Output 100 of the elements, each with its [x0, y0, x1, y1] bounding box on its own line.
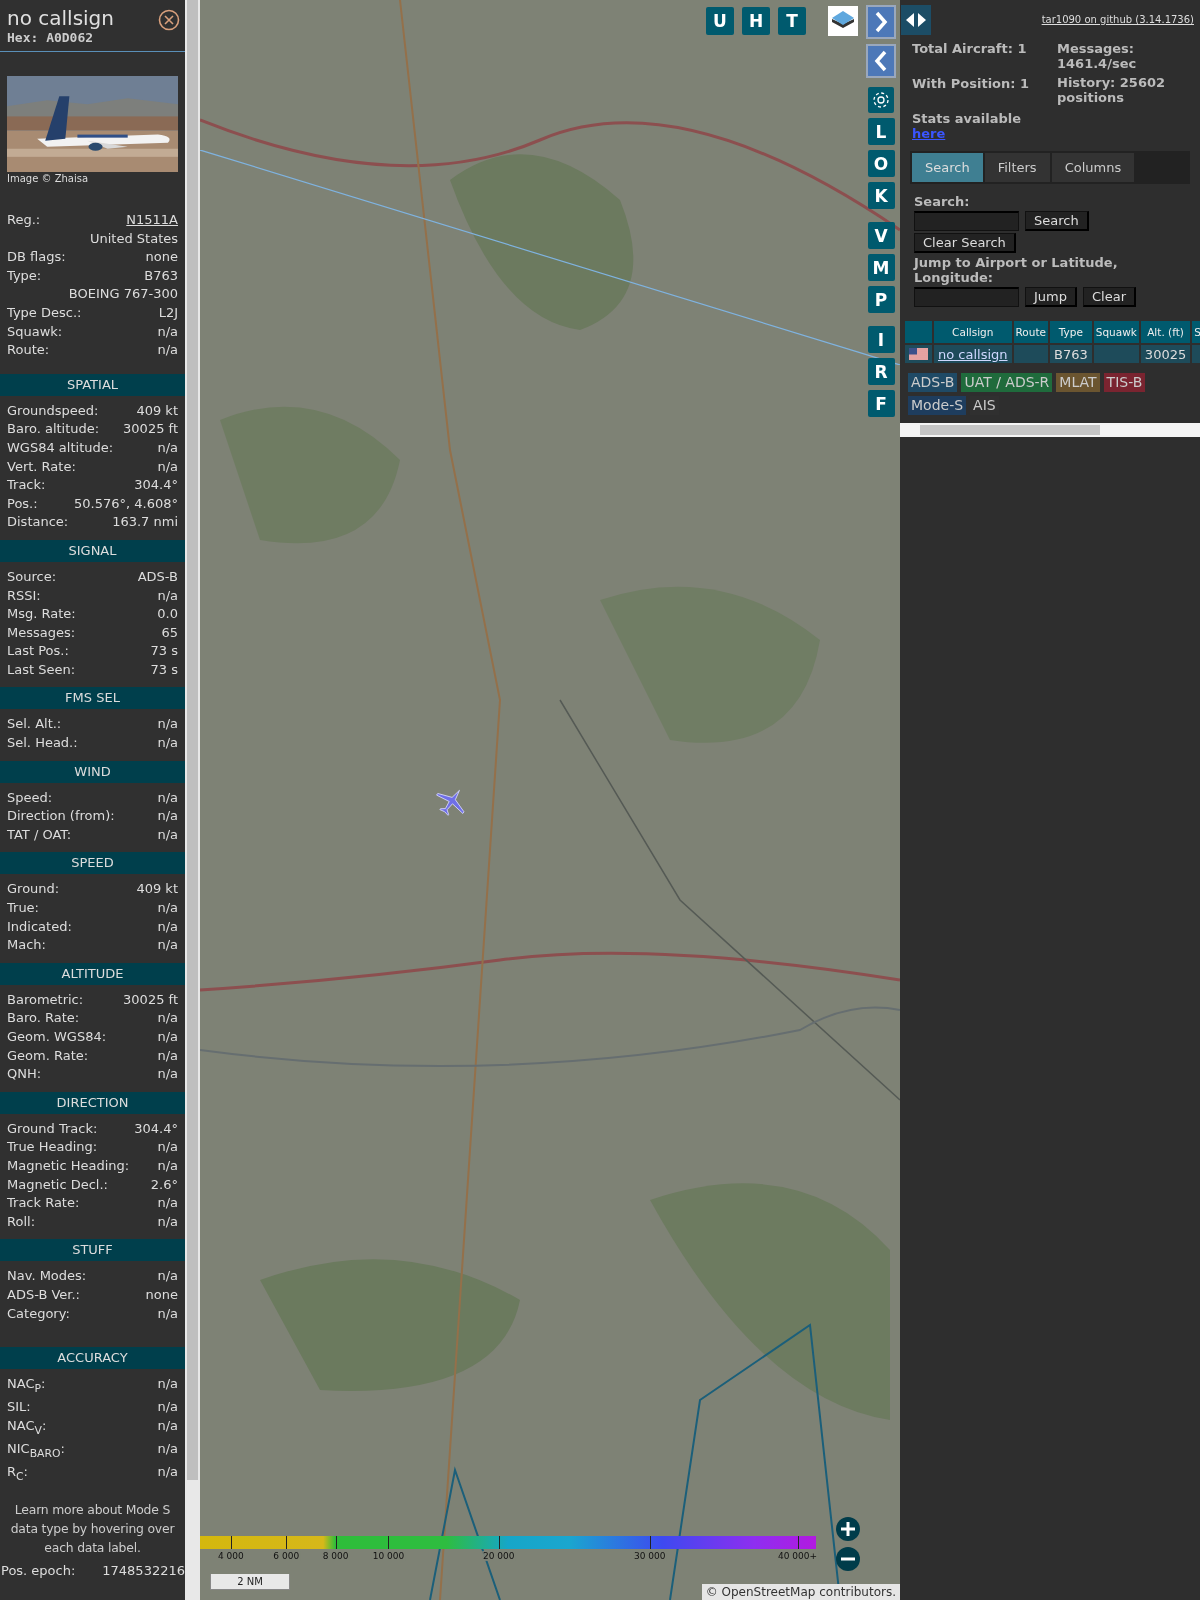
- section-header: ALTITUDE: [0, 962, 185, 985]
- field-label: Track Rate:: [7, 1194, 80, 1213]
- column-header[interactable]: Alt. (ft): [1140, 321, 1191, 343]
- section-header: WIND: [0, 760, 185, 783]
- section-header: SPEED: [0, 852, 185, 875]
- map-button[interactable]: H: [742, 7, 770, 35]
- field-value: n/a: [157, 734, 178, 753]
- field-label: True:: [7, 899, 39, 918]
- field-value: n/a: [157, 1009, 178, 1028]
- clear-search-button[interactable]: Clear Search: [914, 233, 1016, 253]
- section-header: STUFF: [0, 1239, 185, 1262]
- map-button[interactable]: R: [867, 358, 895, 385]
- map-button[interactable]: U: [706, 7, 734, 35]
- field-label: QNH:: [7, 1065, 42, 1084]
- field-value: ADS-B: [137, 567, 178, 586]
- altitude-label: 8 000: [321, 1551, 350, 1561]
- field-label: Squawk:: [7, 322, 63, 341]
- field-label: Sel. Alt.:: [7, 715, 62, 734]
- source-tag: Mode-S: [908, 396, 967, 415]
- map-button[interactable]: M: [867, 254, 895, 281]
- field-label: Geom. Rate:: [7, 1046, 89, 1065]
- field-label: Track:: [7, 476, 46, 495]
- map-button[interactable]: P: [867, 286, 895, 313]
- stat-text: Stats available: [912, 111, 1023, 126]
- field-value: n/a: [157, 899, 178, 918]
- field-value: n/a: [157, 936, 178, 955]
- jump-button[interactable]: Jump: [1025, 287, 1077, 307]
- close-icon[interactable]: [158, 9, 180, 31]
- search-field[interactable]: [914, 211, 1019, 231]
- scrollbar[interactable]: [185, 0, 200, 1600]
- scrollbar[interactable]: [900, 423, 1200, 437]
- field-value: n/a: [157, 438, 178, 457]
- field-label: Distance:: [7, 513, 69, 532]
- field-value: 163.7 nmi: [112, 513, 178, 532]
- map-button[interactable]: K: [867, 182, 895, 209]
- field-value: n/a: [157, 457, 178, 476]
- section-header: FMS SEL: [0, 687, 185, 710]
- section-header: DIRECTION: [0, 1091, 185, 1114]
- tab[interactable]: Filters: [984, 153, 1050, 182]
- field-label: Magnetic Decl.:: [7, 1175, 108, 1194]
- field-value: 304.4°: [134, 1119, 178, 1138]
- map-button[interactable]: T: [778, 7, 806, 35]
- tab[interactable]: Columns: [1051, 153, 1135, 182]
- field-label: Source:: [7, 567, 57, 586]
- map-button[interactable]: L: [867, 118, 895, 145]
- field-value: none: [145, 248, 178, 267]
- field-label: Category:: [7, 1304, 70, 1323]
- column-header[interactable]: Type: [1050, 321, 1092, 343]
- clear-button[interactable]: Clear: [1083, 287, 1136, 307]
- registration-link[interactable]: N1511A: [126, 211, 178, 230]
- version-link[interactable]: tar1090 on github (3.14.1736): [1041, 14, 1194, 25]
- column-header[interactable]: Squawk: [1093, 321, 1139, 343]
- stat-text: With Position: 1: [912, 76, 1031, 91]
- layers-icon[interactable]: [828, 6, 858, 36]
- field-label: Type:: [7, 266, 42, 285]
- field-label: Vert. Rate:: [7, 457, 76, 476]
- settings-icon[interactable]: [868, 87, 894, 113]
- field-label: Barometric:: [7, 990, 84, 1009]
- zoom-out-icon[interactable]: [836, 1547, 860, 1571]
- map-button[interactable]: F: [867, 390, 895, 417]
- field-label: Messages:: [7, 623, 76, 642]
- field-value: 73 s: [150, 642, 178, 661]
- field-label: Reg.:: [7, 211, 41, 229]
- field-value: 0.0: [157, 605, 178, 624]
- stat-text: History: 25602 positions: [1057, 75, 1167, 105]
- field-value: none: [145, 1285, 178, 1304]
- form-label: Jump to Airport or Latitude, Longitude:: [914, 255, 1119, 285]
- field-label: TAT / OAT:: [7, 825, 72, 844]
- column-header[interactable]: Callsign: [934, 321, 1012, 343]
- field-value: n/a: [157, 1065, 178, 1084]
- flag-icon: [909, 348, 928, 360]
- map-button[interactable]: V: [867, 222, 895, 249]
- field-label: Baro. altitude:: [7, 420, 100, 439]
- field-label: Pos.:: [7, 494, 38, 513]
- field-value: n/a: [157, 341, 178, 360]
- hex-code: Hex: A0D062: [7, 30, 95, 45]
- search-button[interactable]: Search: [1025, 211, 1089, 231]
- field-value: 73 s: [150, 660, 178, 679]
- field-label: Last Pos.:: [7, 642, 69, 661]
- altitude-label: 10 000: [371, 1551, 406, 1561]
- zoom-in-icon[interactable]: [836, 1517, 860, 1541]
- field-label: Nav. Modes:: [7, 1267, 87, 1286]
- field-value: n/a: [157, 1156, 178, 1175]
- field-value: n/a: [157, 1267, 178, 1286]
- field-value: n/a: [157, 1304, 178, 1323]
- column-header[interactable]: Route: [1013, 321, 1049, 343]
- jump-field[interactable]: [914, 287, 1019, 307]
- source-tag: MLAT: [1056, 373, 1100, 392]
- column-header[interactable]: S: [1192, 321, 1200, 343]
- field-value: n/a: [157, 1375, 178, 1394]
- field-value: n/a: [157, 715, 178, 734]
- map-button[interactable]: O: [867, 150, 895, 177]
- field-label: Mach:: [7, 936, 46, 955]
- section-header: SPATIAL: [0, 373, 185, 396]
- field-label: Speed:: [7, 788, 53, 807]
- map-button[interactable]: I: [867, 326, 895, 353]
- field-label: Last Seen:: [7, 660, 76, 679]
- stat-text: Total Aircraft: 1: [912, 41, 1028, 56]
- collapse-toggle-icon[interactable]: [901, 5, 931, 35]
- field-label: Direction (from):: [7, 807, 115, 826]
